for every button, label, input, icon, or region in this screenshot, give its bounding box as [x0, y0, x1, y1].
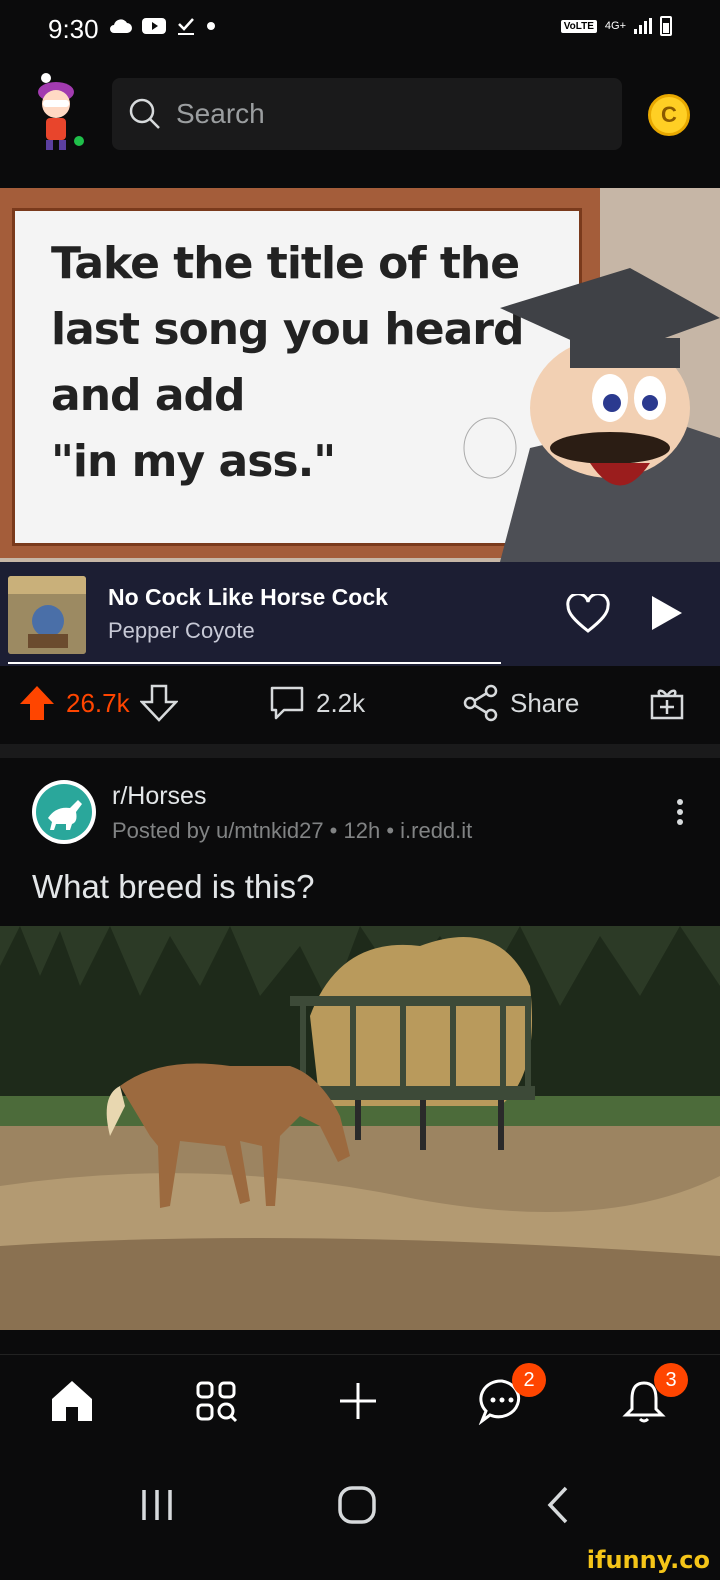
upvote-icon[interactable]	[18, 684, 56, 722]
feed-post[interactable]: r/Horses Posted by u/mtnkid27 • 12h • i.…	[0, 758, 720, 1354]
home-button-icon[interactable]	[332, 1480, 382, 1530]
meme-image[interactable]: Take the title of the last song you hear…	[0, 188, 720, 562]
post-separator	[0, 744, 720, 758]
horse-icon	[36, 784, 92, 840]
post-action-bar: 26.7k 2.2k Share	[0, 666, 720, 744]
search-icon	[129, 98, 160, 129]
bottom-navigation: 2 3	[0, 1354, 720, 1446]
online-status-dot	[72, 134, 86, 148]
award-button[interactable]	[648, 684, 686, 722]
nav-create-post[interactable]	[332, 1375, 384, 1427]
status-system-icons: VoLTE 4G+	[560, 16, 672, 36]
upvote-count: 26.7k	[66, 687, 130, 718]
back-icon[interactable]	[534, 1480, 584, 1530]
gift-icon	[650, 689, 684, 720]
subreddit-avatar[interactable]	[32, 780, 96, 844]
system-navigation: ifunny.co	[0, 1446, 720, 1580]
more-options-icon[interactable]	[676, 798, 684, 826]
post-meta: Posted by u/mtnkid27 • 12h • i.redd.it	[112, 818, 473, 843]
volte-label: VoLTE	[560, 19, 597, 33]
vote-group: 26.7k	[18, 684, 178, 722]
post-title: What breed is this?	[32, 868, 315, 905]
create-post-icon	[340, 1383, 376, 1419]
cloud-icon	[110, 19, 132, 33]
home-icon	[52, 1381, 92, 1421]
notifications-badge: 3	[654, 1363, 688, 1397]
recent-apps-icon[interactable]	[132, 1480, 182, 1530]
comments-button[interactable]: 2.2k	[268, 684, 365, 722]
artist-name: Pepper Coyote	[108, 618, 255, 643]
app-header: Search C	[0, 58, 720, 188]
song-title: No Cock Like Horse Cock	[108, 584, 388, 610]
coins-button[interactable]: C	[648, 94, 690, 136]
nav-chat[interactable]: 2	[476, 1363, 546, 1427]
nav-communities[interactable]	[190, 1375, 242, 1427]
share-button[interactable]: Share	[462, 684, 579, 722]
playback-progress	[8, 662, 501, 664]
comment-count: 2.2k	[316, 687, 366, 718]
battery-icon	[660, 16, 672, 36]
network-type: 4G+	[604, 20, 626, 32]
status-time: 9:30	[48, 14, 99, 44]
play-icon[interactable]	[650, 594, 684, 632]
search-bar[interactable]: Search	[112, 78, 622, 150]
album-art	[8, 576, 86, 654]
search-placeholder: Search	[176, 98, 265, 129]
watermark-text: ifunny.co	[586, 1546, 710, 1574]
comment-icon	[270, 686, 304, 720]
subreddit-name[interactable]: r/Horses	[112, 782, 206, 811]
nav-notifications[interactable]: 3	[618, 1363, 688, 1427]
downvote-icon[interactable]	[139, 684, 178, 722]
horse-photo[interactable]	[0, 926, 720, 1330]
status-notification-icons	[108, 16, 216, 36]
heart-icon[interactable]	[566, 594, 610, 634]
professor-character-illustration	[463, 268, 720, 562]
music-player-bar[interactable]: No Cock Like Horse Cock Pepper Coyote	[0, 562, 720, 666]
communities-icon	[196, 1381, 238, 1423]
status-bar: 9:30 VoLTE 4G+	[0, 0, 720, 58]
chat-badge: 2	[512, 1363, 546, 1397]
dot-icon	[207, 22, 215, 30]
share-icon	[463, 684, 498, 722]
nav-home[interactable]	[46, 1375, 98, 1427]
share-label: Share	[510, 687, 580, 718]
signal-icon	[634, 18, 652, 34]
download-check-icon	[178, 18, 194, 35]
youtube-icon	[142, 18, 166, 34]
